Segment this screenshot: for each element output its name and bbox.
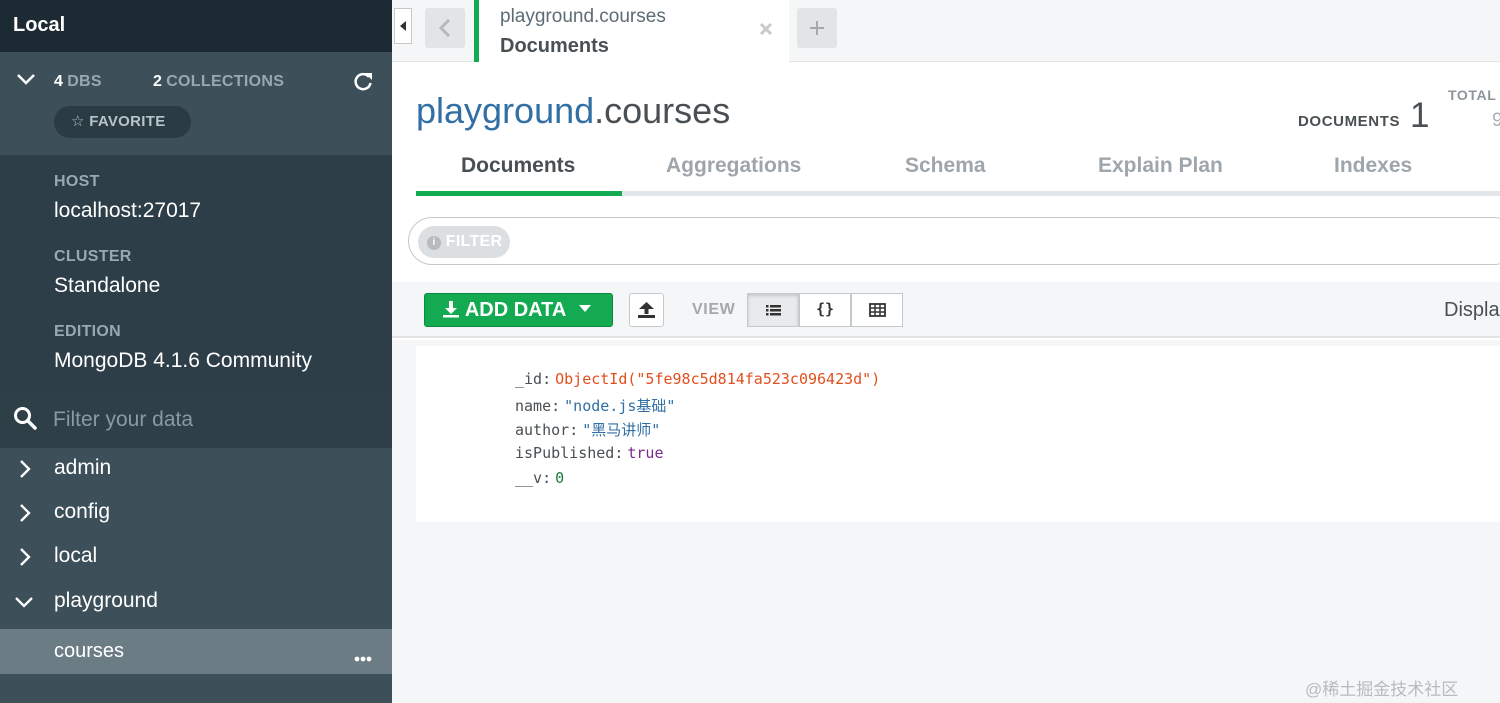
edition-value: MongoDB 4.1.6 Community bbox=[54, 349, 312, 372]
title-collection-name: .courses bbox=[594, 90, 731, 131]
watermark: @稀土掘金技术社区 bbox=[1305, 680, 1459, 699]
filter-query-input[interactable] bbox=[522, 226, 1482, 258]
field-key: author bbox=[515, 421, 570, 439]
caret-down-icon bbox=[571, 299, 592, 321]
tab-playground-courses[interactable]: playground.courses Documents bbox=[474, 0, 789, 62]
tab-indexes[interactable]: Indexes bbox=[1334, 154, 1412, 178]
collection-subtabs: Documents Aggregations Schema Explain Pl… bbox=[416, 145, 1500, 196]
cluster-value: Standalone bbox=[54, 274, 161, 297]
connection-title: Local bbox=[0, 0, 392, 52]
tab-aggregations[interactable]: Aggregations bbox=[666, 154, 801, 178]
document-field: _id: ObjectId("5fe98c5d814fa523c096423d") bbox=[515, 370, 881, 388]
tab-schema[interactable]: Schema bbox=[905, 154, 986, 178]
db-name: playground bbox=[54, 589, 158, 612]
field-key: _id bbox=[515, 370, 543, 388]
refresh-icon[interactable] bbox=[352, 71, 374, 93]
host-value: localhost:27017 bbox=[54, 199, 202, 222]
tab-subtitle: Documents bbox=[500, 35, 609, 57]
collections-count: 2 bbox=[153, 73, 163, 90]
table-icon bbox=[852, 303, 902, 330]
db-name: admin bbox=[54, 456, 112, 479]
close-icon[interactable] bbox=[758, 21, 774, 42]
field-value[interactable]: 0 bbox=[555, 469, 564, 487]
sidebar-collection-courses[interactable]: courses bbox=[0, 629, 392, 674]
braces-icon: {} bbox=[815, 300, 835, 318]
document-field: __v: 0 bbox=[515, 469, 565, 487]
filter-pill-label: FILTER bbox=[445, 233, 503, 250]
filter-data-input[interactable] bbox=[53, 405, 373, 435]
sidebar-db-config[interactable]: config bbox=[0, 491, 392, 535]
new-tab-button[interactable] bbox=[797, 8, 837, 48]
chevron-right-icon bbox=[18, 503, 32, 528]
document-field: isPublished: true bbox=[515, 444, 664, 462]
instance-info: HOST localhost:27017 CLUSTER Standalone … bbox=[0, 155, 392, 392]
view-table-button[interactable] bbox=[851, 293, 903, 327]
db-name: local bbox=[54, 544, 98, 567]
field-value[interactable]: true bbox=[627, 444, 663, 462]
edition-label: EDITION bbox=[54, 323, 121, 340]
field-value[interactable]: ObjectId("5fe98c5d814fa523c096423d") bbox=[555, 370, 880, 388]
field-key: name bbox=[515, 397, 552, 415]
total-size-label: TOTAL bbox=[1448, 87, 1497, 103]
sidebar-filter bbox=[0, 392, 392, 448]
tabs-scroll-left-button[interactable] bbox=[425, 8, 465, 48]
favorite-label: FAVORITE bbox=[89, 113, 166, 130]
sidebar-db-admin[interactable]: admin bbox=[0, 447, 392, 491]
chevron-right-icon bbox=[18, 547, 32, 572]
collections-label: COLLECTIONS bbox=[166, 73, 285, 90]
field-value[interactable]: "node.js基础" bbox=[564, 397, 675, 415]
chevron-down-icon bbox=[14, 595, 34, 614]
field-value[interactable]: "黑马讲师" bbox=[582, 421, 660, 439]
list-icon bbox=[748, 305, 798, 330]
filter-pill[interactable]: i FILTER bbox=[418, 226, 510, 258]
cluster-label: CLUSTER bbox=[54, 248, 132, 265]
upload-icon bbox=[630, 302, 663, 330]
sidebar-db-local[interactable]: local bbox=[0, 535, 392, 579]
dbs-count: 4 bbox=[54, 73, 64, 90]
tab-explain-plan[interactable]: Explain Plan bbox=[1098, 154, 1223, 178]
add-data-label: ADD DATA bbox=[464, 299, 566, 321]
page-title: playground.courses bbox=[416, 90, 730, 132]
total-size-value: 9 bbox=[1492, 110, 1500, 131]
sidebar-toggle[interactable] bbox=[394, 8, 412, 44]
download-icon bbox=[442, 299, 460, 321]
more-options-icon[interactable] bbox=[354, 649, 372, 667]
view-label: VIEW bbox=[692, 301, 736, 318]
collections-stat: 2 COLLECTIONS bbox=[153, 73, 284, 91]
collection-name: courses bbox=[54, 640, 125, 662]
tab-namespace: playground.courses bbox=[500, 6, 666, 27]
documents-count-value: 1 bbox=[1410, 96, 1430, 135]
document-field: author: "黑马讲师" bbox=[515, 421, 661, 439]
field-key: __v bbox=[515, 469, 543, 487]
search-icon bbox=[13, 406, 37, 435]
db-name: config bbox=[54, 500, 111, 523]
tab-documents[interactable]: Documents bbox=[461, 154, 575, 178]
sidebar-db-playground[interactable]: playground bbox=[0, 580, 392, 624]
favorite-button[interactable]: ☆ FAVORITE bbox=[54, 106, 191, 138]
displaying-documents-text: Displa bbox=[1444, 299, 1500, 321]
host-label: HOST bbox=[54, 173, 100, 190]
add-data-button[interactable]: ADD DATA bbox=[424, 293, 613, 327]
dbs-stat: 4 DBS bbox=[54, 73, 102, 91]
star-icon: ☆ bbox=[71, 113, 85, 130]
field-key: isPublished bbox=[515, 444, 615, 462]
dbs-label: DBS bbox=[67, 73, 102, 90]
collapse-chevron-icon[interactable] bbox=[16, 72, 36, 91]
chevron-right-icon bbox=[18, 459, 32, 484]
view-json-button[interactable]: {} bbox=[799, 293, 851, 327]
title-db-name[interactable]: playground bbox=[416, 90, 594, 131]
view-list-button[interactable] bbox=[747, 293, 799, 327]
documents-count-label: DOCUMENTS bbox=[1298, 113, 1401, 130]
document-field: name: "node.js基础" bbox=[515, 397, 676, 415]
info-icon: i bbox=[427, 236, 441, 250]
export-collection-button[interactable] bbox=[629, 293, 664, 327]
active-tab-indicator bbox=[416, 191, 622, 196]
